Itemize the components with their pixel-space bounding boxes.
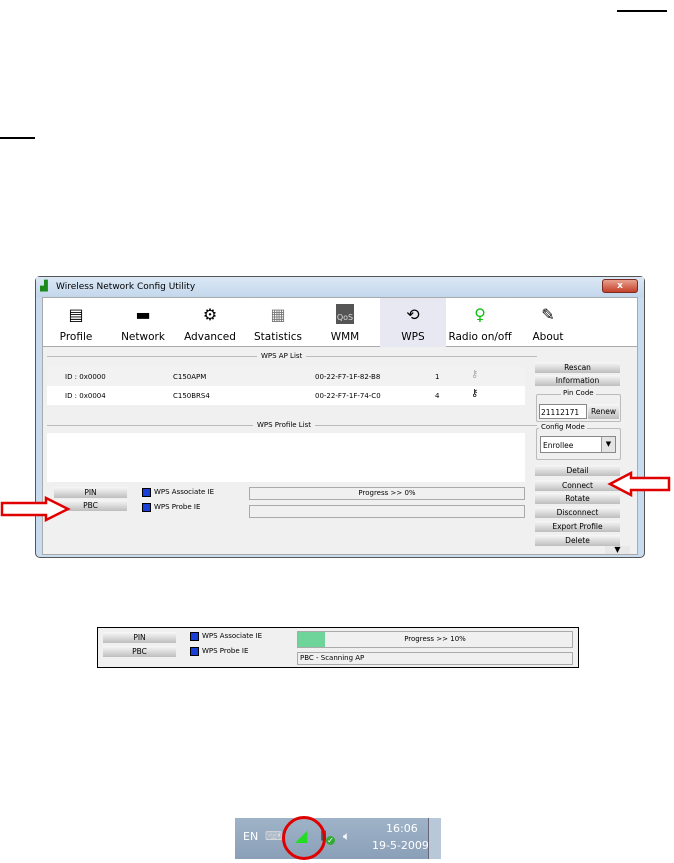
wps-profile-list[interactable]: [47, 433, 525, 482]
tab-label: Radio on/off: [448, 331, 512, 343]
about-icon: ✎: [541, 305, 555, 324]
app-icon: ▟: [40, 281, 48, 292]
ap-ssid: C150BRS4: [173, 392, 210, 400]
progress-bar: Progress >> 0%: [249, 487, 525, 500]
status-box: PBC - Scanning AP: [297, 652, 573, 665]
taskbar-tray: EN ⌨ ◢ ▮ ✓ 🔈︎ 16:06 19-5-2009: [235, 818, 441, 859]
qos-icon: QoS: [336, 304, 354, 324]
profile-list-title: WPS Profile List: [253, 421, 316, 429]
speaker-icon[interactable]: 🔈︎: [343, 829, 350, 844]
title-bar: ▟ Wireless Network Config Utility x: [36, 277, 644, 297]
gears-icon: ⚙: [202, 305, 218, 324]
tab-label: WMM: [330, 331, 360, 343]
rescan-button[interactable]: Rescan: [535, 362, 620, 373]
wps-icon: ⟲: [406, 305, 420, 324]
wireless-config-window: ▟ Wireless Network Config Utility x ▤ Pro…: [35, 276, 645, 558]
arrow-right-callout-icon: [0, 496, 71, 522]
arrow-left-callout-icon: [607, 471, 671, 497]
ap-channel: 4: [435, 392, 440, 400]
tab-network[interactable]: ▬ Network: [110, 298, 176, 347]
delete-button[interactable]: Delete: [535, 535, 620, 546]
ap-bssid: 00-22-F7-1F-74-C0: [315, 392, 381, 400]
clock-time[interactable]: 16:06: [386, 822, 418, 835]
wps-probe-ie-checkbox[interactable]: [190, 647, 199, 656]
ap-id: ID : 0x0000: [65, 373, 106, 381]
tab-label: Statistics: [254, 331, 302, 343]
check-icon: ✓: [326, 836, 335, 845]
wps-panel: WPS AP List ID : 0x0000 C150APM 00-22-F7…: [42, 347, 638, 555]
progress-text: Progress >> 10%: [404, 635, 466, 643]
ap-bssid: 00-22-F7-1F-82-B8: [315, 373, 381, 381]
tab-wmm[interactable]: QoS WMM: [312, 298, 378, 347]
table-row[interactable]: ID : 0x0000 C150APM 00-22-F7-1F-82-B8 1 …: [47, 367, 525, 386]
wps-associate-ie-label: WPS Associate IE: [154, 488, 215, 496]
config-mode-select[interactable]: Enrollee ▼: [540, 436, 616, 453]
pin-code-group: Pin Code 21112171 Renew: [536, 389, 621, 422]
header-rule: [617, 10, 667, 12]
key-icon: ⚷: [471, 388, 479, 399]
wps-probe-ie-label: WPS Probe IE: [154, 503, 201, 511]
section-rule: [0, 137, 35, 139]
wps-probe-ie-checkbox[interactable]: [142, 503, 151, 512]
tab-about[interactable]: ✎ About: [515, 298, 581, 347]
router-icon: ▬: [135, 305, 151, 324]
scroll-down-arrow-icon[interactable]: ▼: [605, 546, 630, 554]
tab-label: Advanced: [184, 331, 236, 343]
ap-ssid: C150APM: [173, 373, 207, 381]
config-mode-value: Enrollee: [543, 441, 574, 450]
language-indicator[interactable]: EN: [243, 830, 258, 843]
tab-label: WPS: [401, 331, 425, 343]
disconnect-button[interactable]: Disconnect: [535, 507, 620, 518]
tab-profile[interactable]: ▤ Profile: [43, 298, 109, 347]
tab-label: Network: [121, 331, 165, 343]
table-row[interactable]: ID : 0x0004 C150BRS4 00-22-F7-1F-74-C0 4…: [47, 386, 525, 405]
tab-wps[interactable]: ⟲ WPS: [380, 298, 446, 347]
export-profile-button[interactable]: Export Profile: [535, 521, 620, 532]
pin-code-input[interactable]: 21112171: [539, 404, 587, 419]
pbc-button[interactable]: PBC: [103, 646, 176, 657]
clock-date[interactable]: 19-5-2009: [372, 839, 429, 852]
pin-code-label: Pin Code: [561, 389, 596, 397]
renew-button[interactable]: Renew: [588, 404, 619, 419]
tab-radio[interactable]: ♀ Radio on/off: [447, 298, 513, 347]
window-title: Wireless Network Config Utility: [56, 282, 196, 292]
wps-progress-panel: PIN PBC WPS Associate IE WPS Probe IE Pr…: [97, 627, 579, 668]
tab-statistics[interactable]: ▦ Statistics: [245, 298, 311, 347]
information-button[interactable]: Information: [535, 375, 620, 386]
wps-ap-list[interactable]: ID : 0x0000 C150APM 00-22-F7-1F-82-B8 1 …: [47, 367, 525, 405]
wps-associate-ie-checkbox[interactable]: [142, 488, 151, 497]
highlight-circle: [282, 816, 326, 860]
show-desktop-button[interactable]: [428, 818, 441, 859]
profile-icon: ▤: [68, 305, 84, 324]
wps-associate-ie-checkbox[interactable]: [190, 632, 199, 641]
tab-advanced[interactable]: ⚙ Advanced: [177, 298, 243, 347]
radio-icon: ♀: [474, 305, 486, 324]
ap-channel: 1: [435, 373, 440, 381]
close-button[interactable]: x: [602, 279, 638, 293]
statistics-icon: ▦: [270, 305, 286, 324]
tab-label: Profile: [59, 331, 93, 343]
config-mode-group: Config Mode Enrollee ▼: [536, 423, 621, 460]
config-mode-label: Config Mode: [539, 423, 587, 431]
keyboard-icon[interactable]: ⌨: [265, 829, 282, 843]
status-box: [249, 505, 525, 518]
ap-id: ID : 0x0004: [65, 392, 106, 400]
key-icon: ⚷: [471, 369, 479, 380]
chevron-down-icon: ▼: [601, 437, 615, 452]
wps-associate-ie-label: WPS Associate IE: [202, 632, 263, 640]
wps-probe-ie-label: WPS Probe IE: [202, 647, 249, 655]
tab-label: About: [532, 331, 564, 343]
progress-bar: Progress >> 10%: [297, 631, 573, 648]
progress-text: Progress >> 0%: [358, 489, 416, 497]
ap-list-title: WPS AP List: [257, 352, 307, 360]
toolbar: ▤ Profile ▬ Network ⚙ Advanced ▦ Statistics …: [42, 297, 638, 347]
pin-button[interactable]: PIN: [103, 632, 176, 643]
